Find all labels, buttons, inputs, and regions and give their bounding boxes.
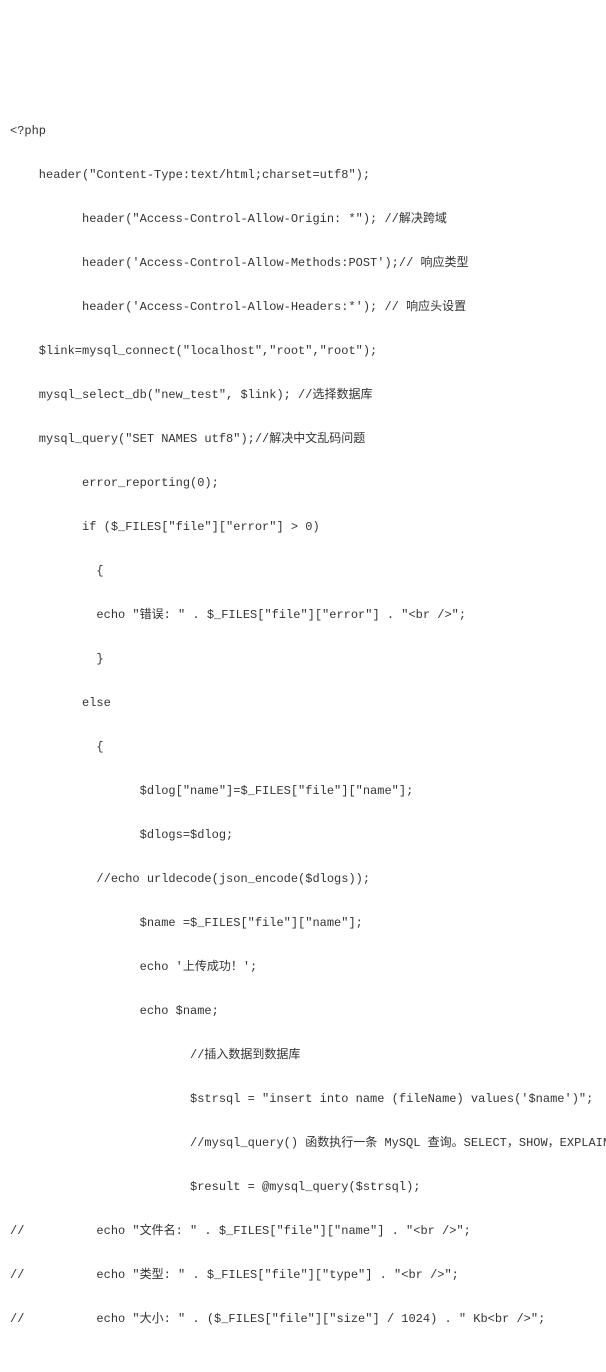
code-line: header("Content-Type:text/html;charset=u… [10,164,606,186]
code-line: header("Access-Control-Allow-Origin: *")… [10,208,606,230]
code-line: mysql_query("SET NAMES utf8");//解决中文乱码问题 [10,428,606,450]
code-line: $dlogs=$dlog; [10,824,606,846]
code-line: //插入数据到数据库 [10,1044,606,1066]
code-line: $result = @mysql_query($strsql); [10,1176,606,1198]
code-line: mysql_select_db("new_test", $link); //选择… [10,384,606,406]
code-line: header('Access-Control-Allow-Headers:*')… [10,296,606,318]
code-line: error_reporting(0); [10,472,606,494]
code-line: $dlog["name"]=$_FILES["file"]["name"]; [10,780,606,802]
code-line: if ($_FILES["file"]["error"] > 0) [10,516,606,538]
code-line: $strsql = "insert into name (fileName) v… [10,1088,606,1110]
code-line: //mysql_query() 函数执行一条 MySQL 查询。SELECT，S… [10,1132,606,1154]
code-block: <?php header("Content-Type:text/html;cha… [10,98,606,1352]
code-line: } [10,648,606,670]
code-line: echo '上传成功！'; [10,956,606,978]
code-line: header('Access-Control-Allow-Methods:POS… [10,252,606,274]
code-line: else [10,692,606,714]
code-line: { [10,560,606,582]
code-line: // echo "文件名: " . $_FILES["file"]["name"… [10,1220,606,1242]
code-line: echo "错误: " . $_FILES["file"]["error"] .… [10,604,606,626]
code-line: // echo "类型: " . $_FILES["file"]["type"]… [10,1264,606,1286]
code-line: $name =$_FILES["file"]["name"]; [10,912,606,934]
code-line: <?php [10,120,606,142]
code-line: // echo "大小: " . ($_FILES["file"]["size"… [10,1308,606,1330]
code-line: $link=mysql_connect("localhost","root","… [10,340,606,362]
code-line: //echo urldecode(json_encode($dlogs)); [10,868,606,890]
code-line: echo $name; [10,1000,606,1022]
code-line: { [10,736,606,758]
